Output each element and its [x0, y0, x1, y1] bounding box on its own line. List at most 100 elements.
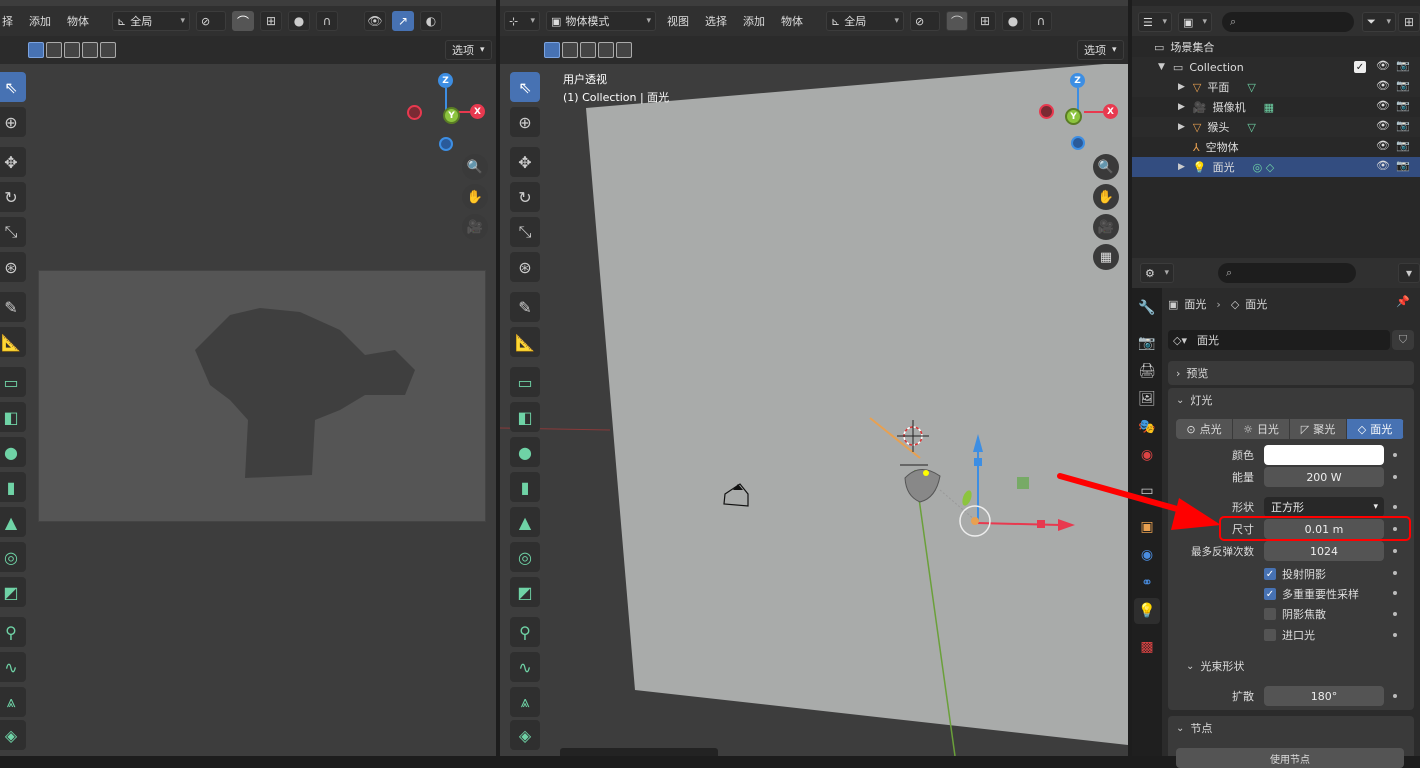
light-type-3[interactable]: ◇ 面光 — [1347, 419, 1404, 439]
left-menu-select[interactable]: 择 — [2, 13, 13, 29]
outliner-item-row[interactable]: ▶⅄空物体👁📷 — [1132, 137, 1420, 157]
outliner-filter[interactable]: ⏷ ▾ — [1362, 12, 1396, 32]
mode-dropdown[interactable]: ▣ 物体模式 ▾ — [546, 11, 656, 31]
visibility-eye-icon[interactable]: 👁 — [1376, 159, 1390, 172]
annotate-tool[interactable]: ✎ — [510, 292, 540, 322]
tool-tab-icon[interactable]: 🔧 — [1134, 295, 1160, 321]
use-nodes-button[interactable]: 使用节点 — [1176, 748, 1404, 768]
add-mesh-tool[interactable]: ⩓ — [510, 687, 540, 717]
left-overlay-icon[interactable]: ◐ — [420, 11, 442, 31]
expand-arrow-icon[interactable]: ▶ — [1178, 122, 1185, 132]
animate-property-dot[interactable] — [1393, 612, 1397, 616]
outliner-item-row[interactable]: ▶ 💡 面光 ◎ ◇ 👁 📷 — [1132, 157, 1420, 177]
checkbox[interactable]: ✓ — [1264, 568, 1276, 580]
left-menu-add[interactable]: 添加 — [29, 13, 51, 29]
center-options-dropdown[interactable]: 选项 ▾ — [1077, 40, 1124, 60]
world-tab-icon[interactable]: ◉ — [1134, 442, 1160, 468]
beam-shape-subpanel-header[interactable]: ⌄ 光束形状 — [1176, 656, 1406, 676]
zoom-icon[interactable]: 🔍 — [462, 154, 488, 180]
light-datablock-selector[interactable]: ◇▾ 面光 — [1168, 330, 1390, 350]
measure-tool[interactable]: 📐 — [0, 327, 26, 357]
snap-target[interactable]: ⊞ — [974, 11, 996, 31]
editor-type-dropdown[interactable]: ⊹ ▾ — [504, 11, 540, 31]
checkbox-row[interactable]: ✓ 投射阴影 — [1264, 566, 1326, 582]
expand-arrow-icon[interactable]: ▶ — [1178, 102, 1185, 112]
render-camera-icon[interactable]: 📷 — [1396, 139, 1410, 152]
constraints-tab-icon[interactable]: ⚭ — [1134, 570, 1160, 596]
grid-view-icon[interactable]: ▦ — [1093, 244, 1119, 270]
zoom-icon[interactable]: 🔍 — [1093, 154, 1119, 180]
render-camera-icon[interactable]: 📷 — [1396, 99, 1410, 112]
new-collection-icon[interactable]: ⊞ — [1398, 12, 1420, 32]
left-menu-object[interactable]: 物体 — [67, 13, 89, 29]
add-cone-tool[interactable]: ▲ — [0, 507, 26, 537]
select-box-tool[interactable]: ⇖ — [0, 72, 26, 102]
light-data-tab-icon[interactable]: 💡 — [1134, 598, 1160, 624]
left-axis-y[interactable]: Y — [443, 107, 460, 124]
fake-user-shield-icon[interactable]: ⛉ — [1392, 330, 1414, 350]
checkbox[interactable]: ✓ — [1264, 588, 1276, 600]
left-axis-neg-x[interactable] — [407, 105, 422, 120]
pivot-dropdown[interactable]: ⊘ — [910, 11, 940, 31]
left-pivot-dropdown[interactable]: ⊘ — [196, 11, 226, 31]
light-type-1[interactable]: ☼ 日光 — [1233, 419, 1290, 439]
light-type-0[interactable]: ⊙ 点光 — [1176, 419, 1233, 439]
shape-dropdown[interactable]: 正方形 ▾ — [1264, 497, 1384, 517]
axis-y[interactable]: Y — [1065, 108, 1082, 125]
add-cube-tool[interactable]: ◧ — [510, 402, 540, 432]
collection-exclude-checkbox[interactable]: ✓ — [1354, 61, 1366, 73]
outliner-display-mode[interactable]: ▣ ▾ — [1178, 12, 1212, 32]
left-snap-toggle[interactable]: ⌒ — [232, 11, 254, 31]
add-sphere-tool[interactable]: ● — [510, 437, 540, 467]
add-plane-tool[interactable]: ▭ — [0, 367, 26, 397]
checkbox[interactable] — [1264, 608, 1276, 620]
axis-z[interactable]: Z — [1070, 73, 1085, 88]
left-gizmo-toggle[interactable]: ↗ — [392, 11, 414, 31]
animate-property-dot[interactable] — [1393, 633, 1397, 637]
scene-collection-row[interactable]: ▭ 场景集合 — [1132, 37, 1420, 57]
camera-view-icon[interactable]: 🎥 — [462, 214, 488, 240]
render-camera-icon[interactable]: 📷 — [1396, 59, 1410, 72]
nodes-panel-header[interactable]: ⌄ 节点 — [1168, 717, 1414, 739]
animate-property-dot[interactable] — [1393, 505, 1397, 509]
transform-tool[interactable]: ⊛ — [0, 252, 26, 282]
falloff-icon[interactable]: ∩ — [1030, 11, 1052, 31]
left-proportional-toggle[interactable]: ● — [288, 11, 310, 31]
animate-property-dot[interactable] — [1393, 694, 1397, 698]
render-camera-icon[interactable]: 📷 — [1396, 119, 1410, 132]
visibility-eye-icon[interactable]: 👁 — [1376, 139, 1390, 152]
collection-row[interactable]: ▼ ▭ Collection ✓ 👁 📷 — [1132, 57, 1420, 77]
camera-view-icon[interactable]: 🎥 — [1093, 214, 1119, 240]
add-monkey-tool[interactable]: ◩ — [0, 577, 26, 607]
outliner-item-row[interactable]: ▶ 🎥 摄像机 ▦ 👁 📷 — [1132, 97, 1420, 117]
rotate-tool[interactable]: ↻ — [510, 182, 540, 212]
checkbox-row[interactable]: 阴影焦散 — [1264, 606, 1326, 622]
hand-pan-icon[interactable]: ✋ — [1093, 184, 1119, 210]
power-field[interactable]: 200 W — [1264, 467, 1384, 487]
axis-x[interactable]: X — [1103, 104, 1118, 119]
outliner-item-row[interactable]: ▶ ▽ 平面 ▽ 👁 📷 — [1132, 77, 1420, 97]
add-cylinder-tool[interactable]: ▮ — [0, 472, 26, 502]
add-cube-tool[interactable]: ◧ — [0, 402, 26, 432]
left-axis-z[interactable]: Z — [438, 73, 453, 88]
add-curve-tool[interactable]: ∿ — [0, 652, 26, 682]
move-tool[interactable]: ✥ — [0, 147, 26, 177]
render-camera-icon[interactable]: 📷 — [1396, 79, 1410, 92]
menu-select[interactable]: 选择 — [705, 13, 727, 29]
animate-property-dot[interactable] — [1393, 475, 1397, 479]
cursor-tool[interactable]: ⊕ — [0, 107, 26, 137]
axis-neg-z[interactable] — [1071, 136, 1085, 150]
add-mesh-tool[interactable]: ⩓ — [0, 687, 26, 717]
outliner-item-row[interactable]: ▶ ▽ 猴头 ▽ 👁 📷 — [1132, 117, 1420, 137]
menu-object[interactable]: 物体 — [781, 13, 803, 29]
left-snap-target[interactable]: ⊞ — [260, 11, 282, 31]
selection-mode-buttons[interactable] — [544, 42, 632, 58]
add-empty-tool[interactable]: ⚲ — [510, 617, 540, 647]
light-panel-header[interactable]: ⌄ 灯光 — [1168, 388, 1414, 412]
checkbox[interactable] — [1264, 629, 1276, 641]
animate-property-dot[interactable] — [1393, 549, 1397, 553]
render-camera-icon[interactable]: 📷 — [1396, 159, 1410, 172]
left-visibility-icon[interactable]: 👁 — [364, 11, 386, 31]
add-cylinder-tool[interactable]: ▮ — [510, 472, 540, 502]
expand-arrow-icon[interactable]: ▶ — [1178, 82, 1185, 92]
